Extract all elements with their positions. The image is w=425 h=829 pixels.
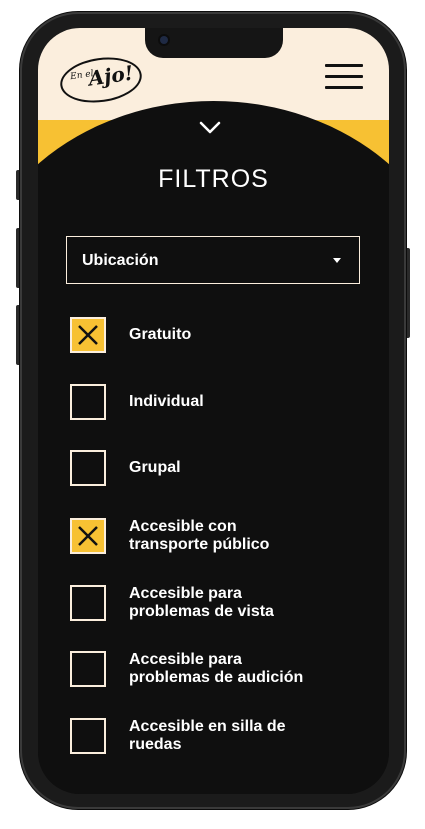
- filter-option-label: Individual: [129, 393, 204, 410]
- menu-bar: [325, 64, 363, 67]
- menu-bar: [325, 75, 363, 78]
- label-line: Accesible para: [129, 585, 242, 602]
- checkbox-gratuito[interactable]: [70, 317, 106, 353]
- checkbox-vista[interactable]: [70, 585, 106, 621]
- logo-text-big: Ajo!: [87, 60, 135, 91]
- label-line: Accesible para: [129, 651, 242, 668]
- checkbox-grupal[interactable]: [70, 450, 106, 486]
- filter-option-label: Accesible para problemas de audición: [129, 651, 349, 687]
- checkbox-individual[interactable]: [70, 384, 106, 420]
- label-line: Accesible en silla de: [129, 718, 286, 735]
- checkbox-audicion[interactable]: [70, 651, 106, 687]
- x-icon: [78, 526, 98, 546]
- filter-option-label: Gratuito: [129, 326, 192, 343]
- label-line: problemas de vista: [129, 603, 274, 620]
- hamburger-icon[interactable]: [325, 64, 363, 90]
- filter-option-label: Accesible para problemas de vista: [129, 585, 349, 621]
- device-mockup: En el Ajo! FILTROS Ubicación Gratuito In…: [0, 0, 425, 829]
- menu-bar: [325, 86, 363, 89]
- label-line: problemas de audición: [129, 669, 304, 686]
- page-title: FILTROS: [158, 165, 269, 193]
- x-icon: [78, 325, 98, 345]
- filter-option-grupal[interactable]: Grupal: [70, 450, 360, 490]
- filter-option-label: Accesible en silla de ruedas: [129, 718, 349, 754]
- label-line: ruedas: [129, 736, 182, 753]
- caret-down-icon: [333, 258, 341, 263]
- filter-option-audicion[interactable]: Accesible para problemas de audición: [70, 651, 360, 691]
- filter-option-transporte[interactable]: Accesible con transporte público: [70, 518, 360, 558]
- location-select[interactable]: Ubicación: [66, 236, 360, 284]
- label-line: Accesible con: [129, 518, 237, 535]
- filter-option-vista[interactable]: Accesible para problemas de vista: [70, 585, 360, 625]
- filter-option-label: Grupal: [129, 459, 181, 476]
- app-screen: En el Ajo! FILTROS Ubicación Gratuito In…: [38, 28, 389, 794]
- label-line: transporte público: [129, 536, 270, 553]
- camera-icon: [160, 36, 168, 44]
- checkbox-transporte[interactable]: [70, 518, 106, 554]
- checkbox-silla-de-ruedas[interactable]: [70, 718, 106, 754]
- location-select-value: Ubicación: [82, 252, 159, 269]
- filter-option-gratuito[interactable]: Gratuito: [70, 317, 360, 357]
- filter-option-individual[interactable]: Individual: [70, 384, 360, 424]
- filter-option-silla-de-ruedas[interactable]: Accesible en silla de ruedas: [70, 718, 360, 758]
- chevron-down-icon[interactable]: [199, 120, 221, 136]
- filter-option-label: Accesible con transporte público: [129, 518, 349, 554]
